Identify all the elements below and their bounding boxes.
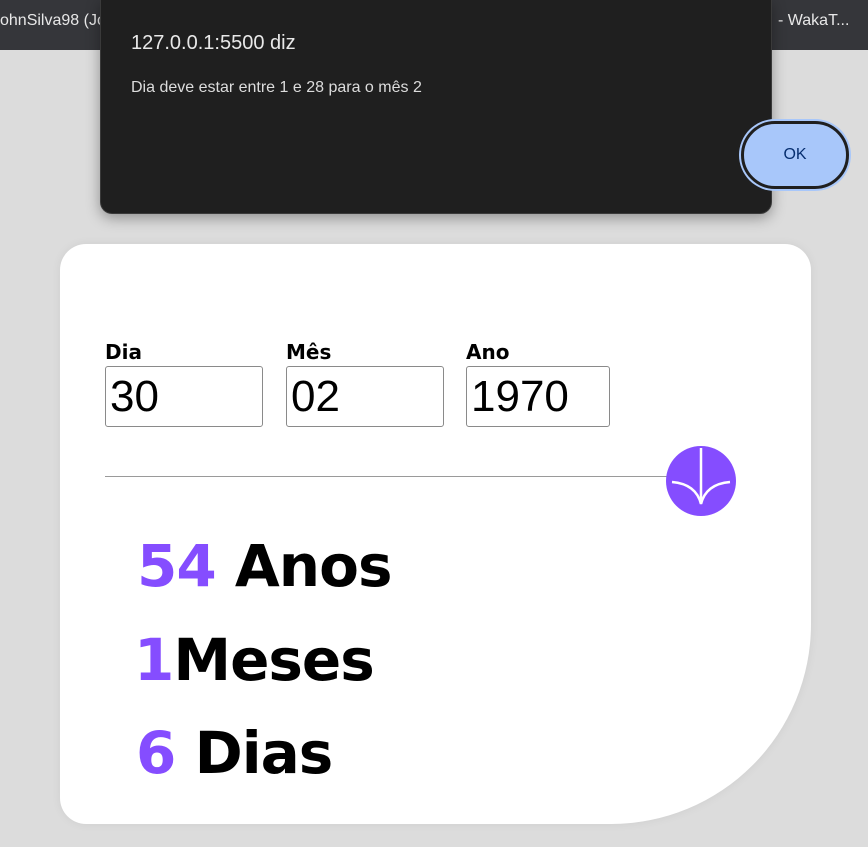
days-unit: Dias (194, 719, 334, 787)
browser-tab-title[interactable]: ohnSilva98 (Jo (0, 12, 106, 30)
browser-tab-title-right[interactable]: - WakaT... (778, 12, 849, 30)
months-result: 1Meses (134, 625, 375, 695)
years-value: 54 (137, 532, 217, 600)
years-result: 54 Anos (137, 531, 393, 601)
months-unit: Meses (173, 626, 374, 694)
ok-button[interactable]: OK (741, 121, 849, 189)
month-field: Mês (286, 340, 444, 427)
age-calculator-card: Dia Mês Ano 54 Anos 1Meses 6 Dias (60, 244, 811, 824)
month-label: Mês (286, 340, 332, 364)
year-input[interactable] (466, 366, 610, 427)
day-field: Dia (105, 340, 263, 427)
year-field: Ano (466, 340, 610, 427)
days-result: 6 Dias (136, 718, 334, 788)
alert-message: Dia deve estar entre 1 e 28 para o mês 2 (131, 79, 422, 96)
months-value: 1 (134, 626, 174, 694)
alert-dialog: 127.0.0.1:5500 diz Dia deve estar entre … (100, 0, 849, 214)
day-label: Dia (105, 340, 142, 364)
submit-button[interactable] (666, 446, 736, 516)
days-value: 6 (136, 719, 176, 787)
month-input[interactable] (286, 366, 444, 427)
alert-title: 127.0.0.1:5500 diz (131, 32, 296, 54)
arrow-down-icon (671, 448, 731, 505)
divider (105, 476, 725, 477)
years-unit: Anos (234, 532, 393, 600)
day-input[interactable] (105, 366, 263, 427)
year-label: Ano (466, 340, 510, 364)
